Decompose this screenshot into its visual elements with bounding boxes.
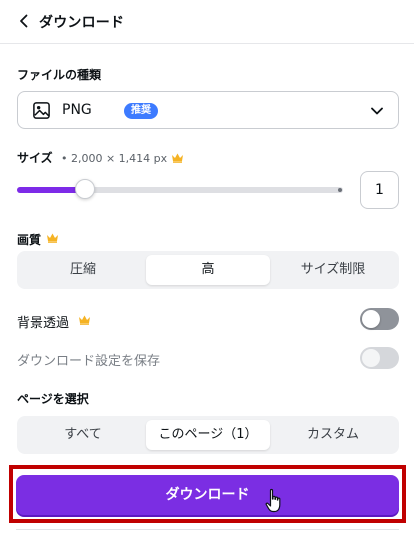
size-slider-thumb[interactable] bbox=[75, 179, 96, 199]
footer-divider bbox=[16, 529, 399, 530]
quality-option-high[interactable]: 高 bbox=[146, 255, 270, 285]
save-settings-label: ダウンロード設定を保存 bbox=[17, 354, 161, 369]
page-option-all[interactable]: すべて bbox=[21, 420, 145, 450]
panel-header: ダウンロード bbox=[0, 0, 414, 44]
image-icon bbox=[33, 102, 50, 119]
file-type-label: ファイルの種類 bbox=[17, 68, 102, 82]
page-select-label: ページを選択 bbox=[17, 392, 89, 406]
file-type-value: PNG bbox=[62, 102, 92, 118]
hand-cursor-icon bbox=[265, 488, 281, 513]
recommended-badge: 推奨 bbox=[124, 103, 158, 119]
download-button[interactable]: ダウンロード bbox=[16, 475, 399, 515]
file-type-select[interactable]: PNG 推奨 bbox=[17, 91, 399, 129]
save-settings-toggle[interactable] bbox=[360, 347, 399, 369]
page-option-this-page[interactable]: このページ（1） bbox=[146, 420, 270, 450]
transparent-bg-toggle[interactable] bbox=[360, 308, 399, 330]
size-dimensions: • 2,000 × 1,414 px bbox=[61, 152, 168, 165]
crown-icon bbox=[79, 315, 90, 325]
toggle-knob bbox=[362, 310, 380, 328]
chevron-down-icon bbox=[371, 107, 383, 115]
quality-label: 画質 bbox=[17, 233, 42, 247]
crown-icon bbox=[172, 153, 183, 163]
size-multiplier-input[interactable]: 1 bbox=[360, 171, 399, 209]
chevron-left-icon[interactable] bbox=[16, 13, 32, 29]
panel-title: ダウンロード bbox=[39, 15, 125, 31]
quality-option-size-limit[interactable]: サイズ制限 bbox=[271, 255, 395, 285]
toggle-knob bbox=[362, 349, 380, 367]
crown-icon bbox=[47, 233, 58, 243]
transparent-bg-label: 背景透過 bbox=[17, 316, 70, 331]
size-label: サイズ bbox=[17, 151, 53, 165]
page-segmented-control: すべて このページ（1） カスタム bbox=[17, 416, 399, 454]
quality-option-compress[interactable]: 圧縮 bbox=[21, 255, 145, 285]
page-option-custom[interactable]: カスタム bbox=[271, 420, 395, 450]
size-slider[interactable] bbox=[17, 179, 343, 199]
download-panel: ダウンロード ファイルの種類 PNG 推奨 サイズ • 2,000 × 1,41… bbox=[0, 0, 414, 533]
slider-end-dot bbox=[338, 188, 342, 192]
quality-segmented-control: 圧縮 高 サイズ制限 bbox=[17, 251, 399, 289]
